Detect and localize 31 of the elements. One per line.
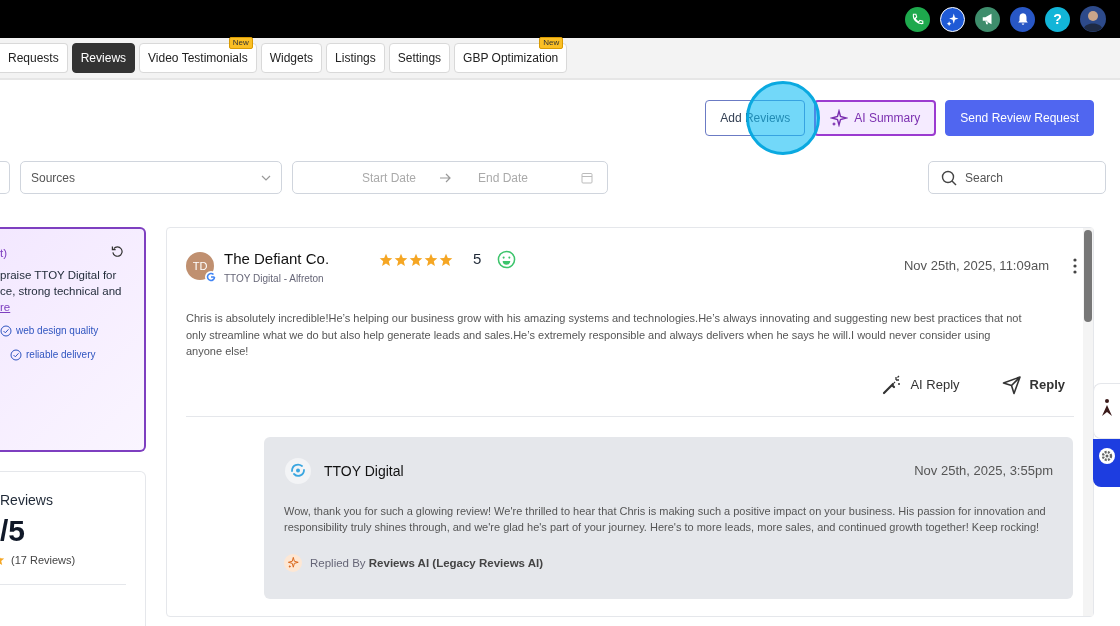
ai-summary-button[interactable]: AI Summary	[814, 100, 937, 136]
sources-dropdown[interactable]: Sources	[20, 161, 282, 194]
tab[interactable]: Settings	[388, 43, 451, 73]
review-text: Chris is absolutely incredible!He’s helping our business grow with his amazing systems and technologies.He’s always innovating and suggesting new best practices that not only streamline what we do but also help generate leads and sales.He’s extremely responsible and always delivers when he says he will.I would never consider using anyone else!	[186, 311, 1023, 359]
panel-title: t)	[0, 246, 8, 261]
review-location: TTOY Digital - Alfreton	[224, 273, 325, 284]
tab[interactable]: Reviews	[71, 43, 136, 73]
read-more-link[interactable]: re	[0, 301, 11, 313]
reply-button[interactable]: Reply	[995, 373, 1071, 396]
review-date: Nov 25th, 2025, 11:09am	[903, 258, 1049, 273]
tab[interactable]: Widgets	[260, 43, 323, 73]
topic-tag: reliable delivery	[26, 347, 96, 363]
summary-text: praise TTOY Digital for ce, strong technical and	[0, 268, 123, 299]
reviewer-avatar: TD	[186, 252, 214, 280]
stats-title: Reviews	[0, 492, 54, 508]
replied-by-text: Replied By Reviews AI (Legacy Reviews AI)	[310, 556, 544, 569]
tab[interactable]: Listings	[326, 43, 385, 73]
new-badge: New	[539, 37, 564, 49]
average-score: /5	[0, 514, 27, 548]
topic-tag: web design quality	[16, 323, 99, 339]
reply-date: Nov 25th, 2025, 3:55pm	[914, 463, 1053, 478]
tab[interactable]: Requests	[0, 43, 68, 73]
ai-reply-button[interactable]: AI Reply	[876, 373, 966, 396]
new-badge: New	[228, 37, 253, 49]
responder-name: TTOY Digital	[324, 462, 404, 479]
reviewer-name: The Defiant Co.	[224, 250, 330, 267]
send-request-button[interactable]: Send Review Request	[945, 100, 1094, 136]
reply-text: Wow, thank you for such a glowing review! We're thrilled to hear that Chris is making such a positive impact on your business. His passion for innovation and responsibility truly shines through, and we're glad he's part of your journey. Here's to more leads, more sales, and continued growth together! Keep rocking!	[284, 503, 1047, 535]
review-count: (17 Reviews)	[11, 554, 76, 566]
search-field[interactable]: Search	[928, 161, 1106, 194]
rating-value: 5	[473, 250, 482, 267]
